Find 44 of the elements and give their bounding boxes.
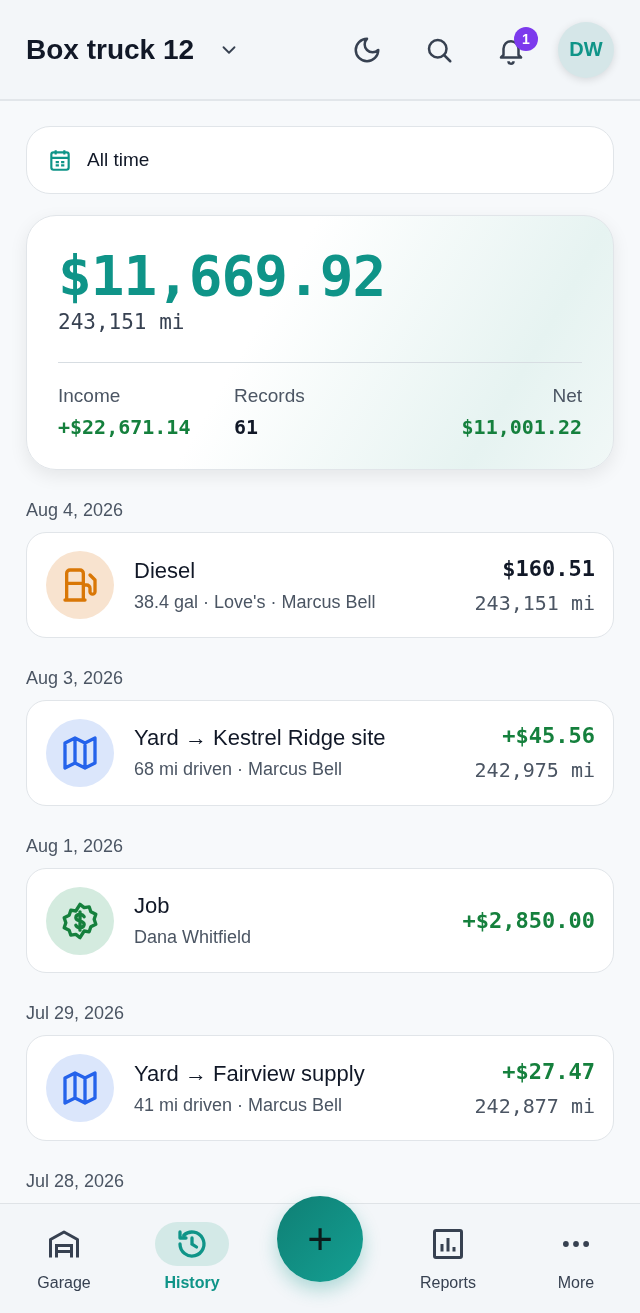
record-details: Dana Whitfield <box>134 927 253 949</box>
record-amount: $160.51 <box>501 555 595 581</box>
record-title: Yard → Fairview supply <box>134 1060 366 1087</box>
date-heading: Jul 29, 2026 <box>26 1003 126 1025</box>
dollar-badge-icon <box>60 900 100 941</box>
date-heading: Aug 1, 2026 <box>26 835 125 857</box>
notifications-button[interactable]: 1 <box>486 24 536 75</box>
nav-tab[interactable]: More <box>512 1204 640 1292</box>
stat-value: 61 <box>234 415 260 440</box>
date-heading: Jul 28, 2026 <box>26 1171 126 1192</box>
notification-badge: 1 <box>514 26 538 51</box>
add-button[interactable]: + <box>277 1196 363 1282</box>
record-amount: +$2,850.00 <box>462 908 595 934</box>
stat-label: Income <box>58 385 122 408</box>
record-card[interactable]: Job Dana Whitfield +$2,850.00 <box>26 867 614 974</box>
record-details: 41 mi driven · Marcus Bell <box>134 1094 344 1116</box>
record-odometer: 243,151 mi <box>474 590 595 615</box>
record-title: Job <box>134 893 171 920</box>
nav-tab[interactable]: Garage <box>0 1204 128 1292</box>
date-heading: Aug 3, 2026 <box>26 668 125 690</box>
stat-value: +$22,671.14 <box>58 415 192 440</box>
record-details: 38.4 gal · Love's · Marcus Bell <box>134 591 377 613</box>
calendar-icon <box>47 147 73 174</box>
record-odometer: 242,877 mi <box>474 1093 595 1118</box>
record-odometer: 242,975 mi <box>474 758 595 783</box>
record-amount: +$27.47 <box>501 1058 595 1084</box>
date-range-filter[interactable]: All time <box>26 126 614 195</box>
total-amount: $11,669.92 <box>58 246 387 307</box>
stat-label: Net <box>551 385 582 408</box>
stat-value: $11,001.22 <box>460 415 582 440</box>
odometer-reading: 243,151 mi <box>58 310 186 335</box>
record-card[interactable]: Diesel 38.4 gal · Love's · Marcus Bell $160.51 243,151 mi <box>26 532 614 639</box>
record-title: Yard → Kestrel Ridge site <box>134 725 387 752</box>
more-icon <box>563 1241 589 1247</box>
record-amount: +$45.56 <box>501 723 595 749</box>
record-details: 68 mi driven · Marcus Bell <box>134 759 344 781</box>
record-card[interactable]: Yard → Fairview supply 41 mi driven · Marcus Bell +$27.47 242,877 mi <box>26 1035 614 1141</box>
vehicle-selector[interactable]: Box truck 12 <box>26 33 241 66</box>
bar-chart-icon <box>430 1226 466 1262</box>
stat-label: Records <box>234 385 306 408</box>
record-title: Diesel <box>134 557 197 584</box>
nav-tab[interactable]: Reports <box>384 1204 512 1292</box>
record-card[interactable]: Yard → Kestrel Ridge site 68 mi driven · Marcus Bell +$45.56 242,975 mi <box>26 700 614 806</box>
date-heading: Aug 4, 2026 <box>26 500 125 522</box>
